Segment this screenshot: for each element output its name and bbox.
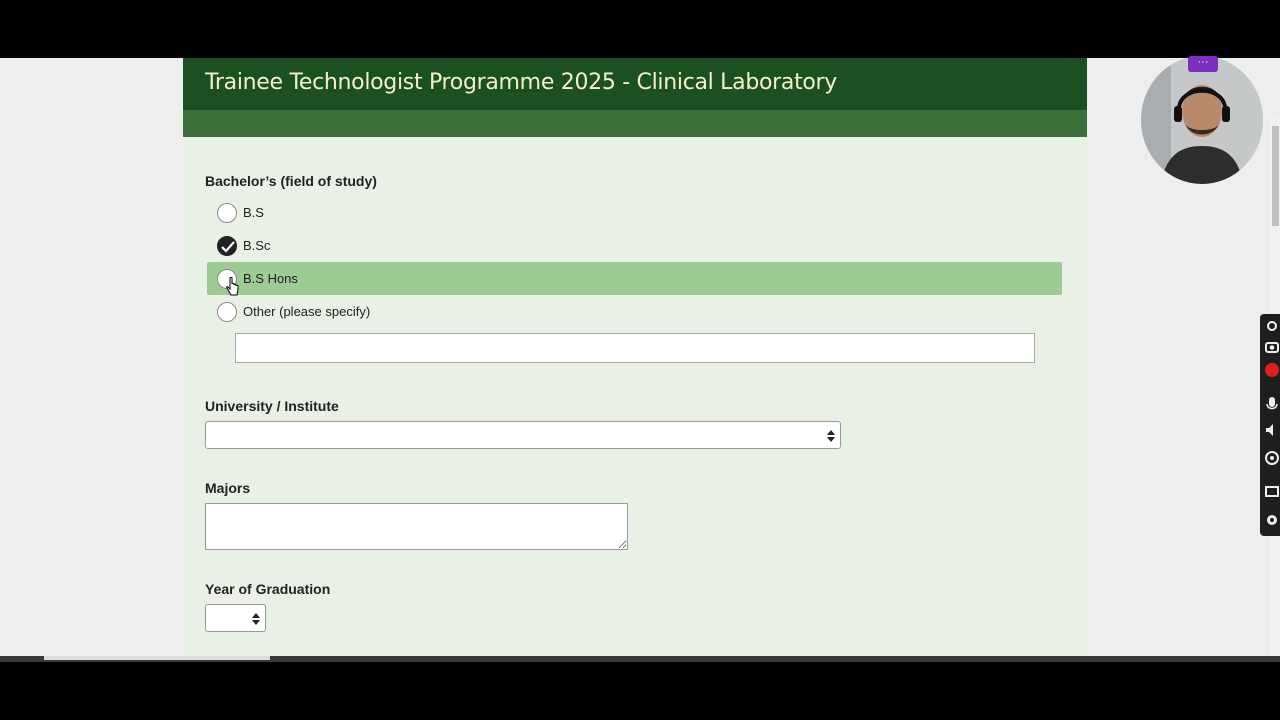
checkmark-icon	[221, 240, 235, 253]
link-icon[interactable]	[1264, 318, 1280, 334]
settings-gear-icon[interactable]	[1264, 512, 1280, 528]
screen-icon[interactable]	[1264, 484, 1280, 500]
radio-button[interactable]	[217, 301, 237, 322]
video-progress-bar[interactable]	[0, 656, 1280, 662]
majors-label: Majors	[205, 480, 251, 496]
radio-label: B.Sc	[243, 238, 271, 253]
webcam-overlay	[1141, 56, 1263, 184]
scroll-thumb[interactable]	[1272, 126, 1279, 226]
person-icon	[1141, 56, 1263, 184]
radio-label: B.S Hons	[243, 271, 298, 286]
webcam-menu-badge[interactable]: ···	[1188, 56, 1218, 72]
recording-toolbar	[1260, 314, 1280, 536]
university-select[interactable]	[205, 421, 841, 449]
webcam-toggle-icon[interactable]	[1264, 450, 1280, 466]
speaker-icon[interactable]	[1264, 422, 1280, 438]
graduation-label: Year of Graduation	[205, 581, 331, 597]
radio-option-bs-hons[interactable]: B.S Hons	[207, 262, 1062, 295]
form-card: Trainee Technologist Programme 2025 - Cl…	[183, 58, 1087, 656]
majors-input[interactable]	[205, 503, 628, 550]
page-background-left	[0, 58, 183, 656]
microphone-icon[interactable]	[1264, 396, 1280, 412]
radio-option-bsc[interactable]: B.Sc	[207, 229, 1062, 262]
radio-button[interactable]	[217, 202, 237, 223]
camera-icon[interactable]	[1264, 338, 1280, 354]
progress-segment	[44, 656, 270, 660]
university-label: University / Institute	[205, 398, 339, 414]
radio-label: Other (please specify)	[243, 304, 371, 319]
other-specify-input[interactable]	[235, 333, 1035, 363]
graduation-year-select[interactable]	[205, 604, 266, 632]
radio-option-bs[interactable]: B.S	[207, 196, 1062, 229]
form-title: Trainee Technologist Programme 2025 - Cl…	[205, 70, 838, 95]
radio-option-other[interactable]: Other (please specify)	[207, 295, 1062, 328]
form-header: Trainee Technologist Programme 2025 - Cl…	[183, 58, 1087, 110]
bachelors-label: Bachelor’s (field of study)	[205, 173, 377, 189]
browser-viewport: Trainee Technologist Programme 2025 - Cl…	[0, 58, 1280, 656]
hand-cursor-icon	[226, 277, 239, 296]
radio-button-checked[interactable]	[217, 235, 237, 256]
select-arrows-icon	[827, 430, 835, 442]
record-icon[interactable]	[1264, 362, 1280, 378]
form-header-bar	[183, 110, 1087, 137]
select-arrows-icon	[252, 613, 260, 625]
radio-label: B.S	[243, 205, 264, 220]
